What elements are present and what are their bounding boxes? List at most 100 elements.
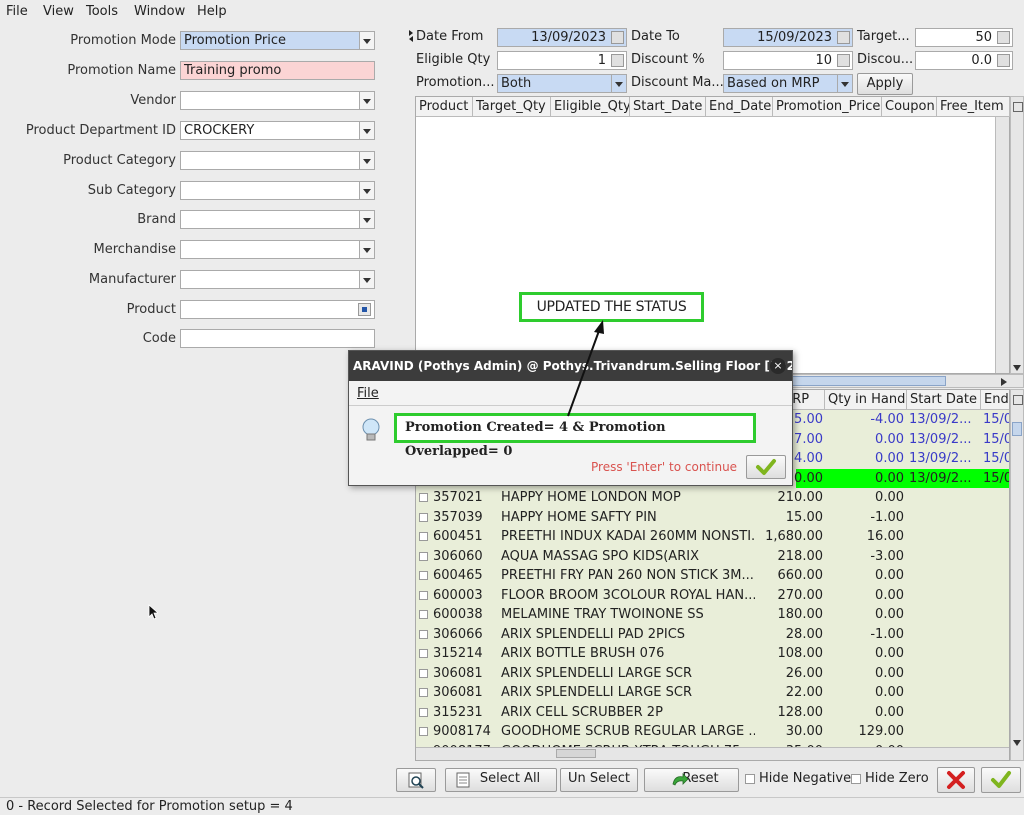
horizontal-scrollbar[interactable]	[416, 747, 1009, 760]
row-checkbox[interactable]	[419, 512, 428, 522]
table-row[interactable]: 600003 FLOOR BROOM 3COLOUR ROYAL HAN... 27…	[416, 586, 1009, 606]
column-header[interactable]: Eligible_Qty	[551, 97, 630, 117]
cancel-button[interactable]	[937, 767, 975, 793]
merchandise-select[interactable]	[180, 240, 375, 259]
target-input[interactable]: 50	[915, 28, 1013, 47]
row-checkbox[interactable]	[419, 649, 428, 658]
ok-button[interactable]	[981, 767, 1021, 793]
table-row[interactable]: 600038 MELAMINE TRAY TWOINONE SS 180.00 0.0…	[416, 605, 1009, 625]
discount-pct-input[interactable]: 10	[723, 51, 853, 70]
menu-window[interactable]: Window	[134, 4, 185, 19]
row-checkbox[interactable]	[419, 629, 428, 639]
calendar-icon[interactable]	[837, 31, 850, 44]
table-row[interactable]: 315214 ARIX BOTTLE BRUSH 076 108.00 0.00	[416, 644, 1009, 664]
hide-zero-checkbox[interactable]	[851, 774, 861, 784]
unselect-button[interactable]: Un Select	[560, 768, 638, 792]
table-row[interactable]: 357021 HAPPY HOME LONDON MOP 210.00 0.00	[416, 488, 1009, 508]
column-header[interactable]: Promotion_Price	[773, 97, 882, 117]
column-header[interactable]: End_Date	[706, 97, 773, 117]
scroll-down-icon[interactable]	[1013, 365, 1021, 371]
promotion-type-select[interactable]: Both	[497, 74, 627, 93]
column-header[interactable]: Target_Qty	[473, 97, 551, 117]
row-checkbox[interactable]	[419, 571, 428, 580]
product-category-select[interactable]	[180, 151, 375, 170]
row-checkbox[interactable]	[419, 727, 428, 736]
column-header[interactable]: End	[981, 390, 1009, 410]
chevron-down-icon[interactable]	[359, 211, 374, 228]
scroll-thumb[interactable]	[556, 749, 596, 758]
menu-view[interactable]: View	[43, 4, 74, 19]
date-from-input[interactable]: 13/09/2023	[497, 28, 627, 47]
chevron-down-icon[interactable]	[359, 182, 374, 199]
row-checkbox[interactable]	[419, 610, 428, 619]
apply-button[interactable]: Apply	[857, 73, 913, 95]
spinner-icon[interactable]	[997, 31, 1010, 44]
chevron-down-icon[interactable]	[359, 32, 374, 49]
table-row[interactable]: 306081 ARIX SPLENDELLI LARGE SCR 22.00 0.00	[416, 683, 1009, 703]
promotion-mode-select[interactable]: Promotion Price	[180, 31, 375, 50]
row-checkbox[interactable]	[419, 532, 428, 541]
dialog-menu-file[interactable]: File	[357, 386, 379, 401]
table-row[interactable]: 315231 ARIX CELL SCRUBBER 2P 128.00 0.00	[416, 703, 1009, 723]
chevron-down-icon[interactable]	[359, 122, 374, 139]
close-icon[interactable]: ×	[770, 358, 786, 374]
spinner-icon[interactable]	[997, 54, 1010, 67]
row-checkbox[interactable]	[419, 688, 428, 697]
column-header[interactable]: Qty in Hand	[825, 390, 907, 410]
menu-help[interactable]: Help	[197, 4, 227, 19]
discount-amount-input[interactable]: 0.0	[915, 51, 1013, 70]
vertical-scrollbar[interactable]	[1010, 389, 1024, 761]
manufacturer-select[interactable]	[180, 270, 375, 289]
hide-negative-checkbox[interactable]	[745, 774, 755, 784]
column-header[interactable]: Product	[416, 97, 473, 117]
table-row[interactable]: 357039 HAPPY HOME SAFTY PIN 15.00 -1.00	[416, 508, 1009, 528]
calendar-icon[interactable]	[611, 31, 624, 44]
table-row[interactable]: 306066 ARIX SPLENDELLI PAD 2PICS 28.00 -1.0…	[416, 625, 1009, 645]
chevron-down-icon[interactable]	[837, 75, 852, 92]
row-checkbox[interactable]	[419, 668, 428, 678]
spinner-icon[interactable]	[837, 54, 850, 67]
table-row[interactable]: 600451 PREETHI INDUX KADAI 260MM NONSTI..…	[416, 527, 1009, 547]
chevron-down-icon[interactable]	[359, 92, 374, 109]
code-input[interactable]	[180, 329, 375, 348]
table-row[interactable]: 306081 ARIX SPLENDELLI LARGE SCR 26.00 0.00	[416, 664, 1009, 684]
row-checkbox[interactable]	[419, 493, 428, 502]
eligible-qty-input[interactable]: 1	[497, 51, 627, 70]
vertical-scrollbar[interactable]	[995, 117, 1009, 373]
brand-select[interactable]	[180, 210, 375, 229]
chevron-down-icon[interactable]	[611, 75, 626, 92]
column-chooser-icon[interactable]	[1013, 395, 1023, 405]
chevron-down-icon[interactable]	[359, 271, 374, 288]
menu-tools[interactable]: Tools	[86, 4, 118, 19]
chevron-down-icon[interactable]	[359, 152, 374, 169]
scroll-down-icon[interactable]	[1013, 740, 1021, 746]
lookup-icon[interactable]	[358, 303, 371, 316]
chevron-down-icon[interactable]	[359, 241, 374, 258]
product-department-select[interactable]: CROCKERY	[180, 121, 375, 140]
spinner-icon[interactable]	[611, 54, 624, 67]
column-chooser-icon[interactable]	[1013, 102, 1023, 112]
vendor-select[interactable]	[180, 91, 375, 110]
column-header[interactable]: Free_Item	[937, 97, 1010, 117]
preview-button[interactable]	[396, 768, 436, 792]
reset-button[interactable]: Reset	[644, 768, 739, 792]
menu-file[interactable]: File	[6, 4, 28, 19]
scroll-thumb[interactable]	[776, 376, 946, 386]
select-all-button[interactable]: Select All	[445, 768, 557, 792]
table-row[interactable]: 9008174 GOODHOME SCRUB REGULAR LARGE ... 3…	[416, 722, 1009, 742]
row-checkbox[interactable]	[419, 707, 428, 717]
column-header[interactable]: Start_Date	[630, 97, 706, 117]
row-checkbox[interactable]	[419, 590, 428, 600]
product-input[interactable]	[180, 300, 375, 319]
scroll-right-icon[interactable]	[1001, 378, 1007, 386]
column-header[interactable]: Coupon	[882, 97, 937, 117]
table-row[interactable]: 600465 PREETHI FRY PAN 260 NON STICK 3M..…	[416, 566, 1009, 586]
column-header[interactable]: Start Date	[907, 390, 981, 410]
date-to-input[interactable]: 15/09/2023	[723, 28, 853, 47]
row-checkbox[interactable]	[419, 551, 428, 561]
vertical-scrollbar[interactable]	[1010, 96, 1024, 374]
dialog-ok-button[interactable]	[746, 455, 786, 479]
scroll-thumb[interactable]	[1012, 422, 1022, 436]
promotion-name-input[interactable]: Training promo	[180, 61, 375, 80]
table-row[interactable]: 306060 AQUA MASSAG SPO KIDS(ARIX 218.00 -3.…	[416, 547, 1009, 567]
